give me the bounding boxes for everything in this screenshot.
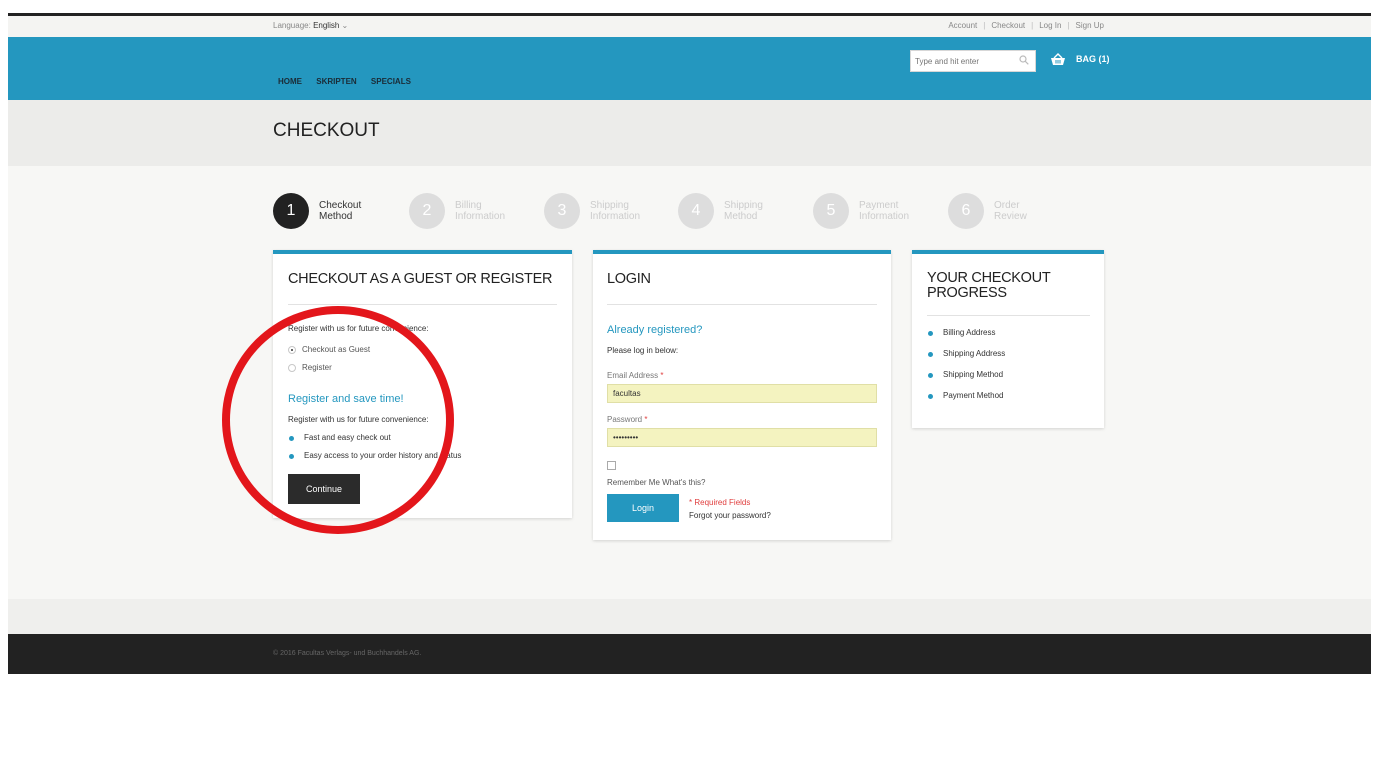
- page-title: CHECKOUT: [273, 120, 380, 141]
- password-field[interactable]: [607, 428, 877, 447]
- step-number: 6: [948, 193, 984, 229]
- divider: [607, 304, 877, 305]
- utility-bar: Language: English ⌄ Account | Checkout | Log…: [8, 16, 1371, 37]
- step-number: 2: [409, 193, 445, 229]
- password-label: Password *: [607, 415, 648, 424]
- step-label: Billing Information: [455, 200, 506, 222]
- language-value: English: [313, 21, 340, 30]
- already-registered-title: Already registered?: [607, 324, 703, 336]
- remember-me-checkbox[interactable]: [607, 461, 616, 470]
- step-number: 5: [813, 193, 849, 229]
- search-icon[interactable]: [1019, 55, 1029, 65]
- radio-register[interactable]: [288, 364, 296, 372]
- bullet-icon: [928, 352, 933, 357]
- checkout-link[interactable]: Checkout: [991, 21, 1025, 30]
- nav-home[interactable]: HOME: [278, 77, 302, 86]
- continue-button[interactable]: Continue: [288, 474, 360, 504]
- bag-label: BAG (1): [1076, 54, 1110, 64]
- nav-specials[interactable]: SPECIALS: [371, 77, 411, 86]
- language-selector[interactable]: Language: English ⌄: [273, 21, 348, 30]
- search-box: [910, 50, 1036, 72]
- register-save-intro: Register with us for future convenience:: [288, 415, 429, 424]
- page-frame: Language: English ⌄ Account | Checkout | Log…: [8, 0, 1371, 767]
- option-register-label[interactable]: Register: [302, 363, 332, 372]
- option-guest-label[interactable]: Checkout as Guest: [302, 345, 370, 354]
- copyright-text: © 2016 Facultas Verlags- und Buchhandels…: [273, 650, 422, 657]
- bullet-icon: [289, 436, 294, 441]
- search-input[interactable]: [915, 55, 1013, 67]
- bullet-icon: [289, 454, 294, 459]
- benefit-item: Fast and easy check out: [304, 433, 391, 442]
- main-nav: HOME SKRIPTEN SPECIALS: [278, 77, 423, 86]
- divider: [288, 304, 557, 305]
- checkout-steps: 1 Checkout Method 2 Billing Information 3 …: [273, 191, 1093, 231]
- bullet-icon: [928, 394, 933, 399]
- forgot-password-link[interactable]: Forgot your password?: [689, 511, 771, 520]
- bullet-icon: [928, 331, 933, 336]
- nav-skripten[interactable]: SKRIPTEN: [316, 77, 356, 86]
- step-number: 1: [273, 193, 309, 229]
- step-label: Shipping Method: [724, 200, 763, 222]
- remember-me-row: Remember Me What's this?: [607, 478, 705, 487]
- login-panel: LOGIN Already registered? Please log in …: [593, 250, 891, 540]
- register-save-title: Register and save time!: [288, 393, 404, 405]
- footer: © 2016 Facultas Verlags- und Buchhandels…: [8, 634, 1371, 674]
- login-prompt: Please log in below:: [607, 346, 679, 355]
- email-field[interactable]: [607, 384, 877, 403]
- required-fields-note: * Required Fields: [689, 498, 751, 507]
- step-label: Order Review: [994, 200, 1027, 222]
- progress-item: Shipping Method: [943, 370, 1004, 379]
- step-number: 3: [544, 193, 580, 229]
- account-links: Account | Checkout | Log In | Sign Up: [948, 21, 1104, 30]
- remember-me-label: Remember Me: [607, 478, 660, 487]
- checkout-content: 1 Checkout Method 2 Billing Information 3 …: [8, 166, 1371, 599]
- checkout-progress-panel: YOUR CHECKOUT PROGRESS Billing Address Sh…: [912, 250, 1104, 428]
- signup-link[interactable]: Sign Up: [1076, 21, 1104, 30]
- account-link[interactable]: Account: [948, 21, 977, 30]
- footer-upper: [8, 599, 1371, 634]
- progress-item: Shipping Address: [943, 349, 1006, 358]
- guest-register-panel: CHECKOUT AS A GUEST OR REGISTER Register…: [273, 250, 572, 518]
- bullet-icon: [928, 373, 933, 378]
- step-number: 4: [678, 193, 714, 229]
- radio-checkout-as-guest[interactable]: [288, 346, 296, 354]
- language-label: Language:: [273, 21, 311, 30]
- basket-icon: [1051, 53, 1065, 65]
- step-label: Shipping Information: [590, 200, 641, 222]
- progress-item: Payment Method: [943, 391, 1004, 400]
- whats-this-link[interactable]: What's this?: [662, 478, 705, 487]
- divider: [927, 315, 1090, 316]
- email-label: Email Address *: [607, 371, 664, 380]
- register-intro: Register with us for future convenience:: [288, 324, 429, 333]
- progress-item: Billing Address: [943, 328, 996, 337]
- benefit-item: Easy access to your order history and st…: [304, 451, 462, 460]
- page-title-bar: CHECKOUT: [8, 100, 1371, 166]
- login-panel-title: LOGIN: [607, 271, 651, 287]
- login-link[interactable]: Log In: [1039, 21, 1061, 30]
- guest-panel-title: CHECKOUT AS A GUEST OR REGISTER: [288, 271, 553, 287]
- progress-panel-title: YOUR CHECKOUT PROGRESS: [927, 270, 1051, 301]
- step-label: Checkout Method: [319, 200, 362, 222]
- chevron-down-icon: ⌄: [341, 21, 349, 30]
- main-navbar: HOME SKRIPTEN SPECIALS BAG (1): [8, 37, 1371, 100]
- login-button[interactable]: Login: [607, 494, 679, 522]
- step-label: Payment Information: [859, 200, 910, 222]
